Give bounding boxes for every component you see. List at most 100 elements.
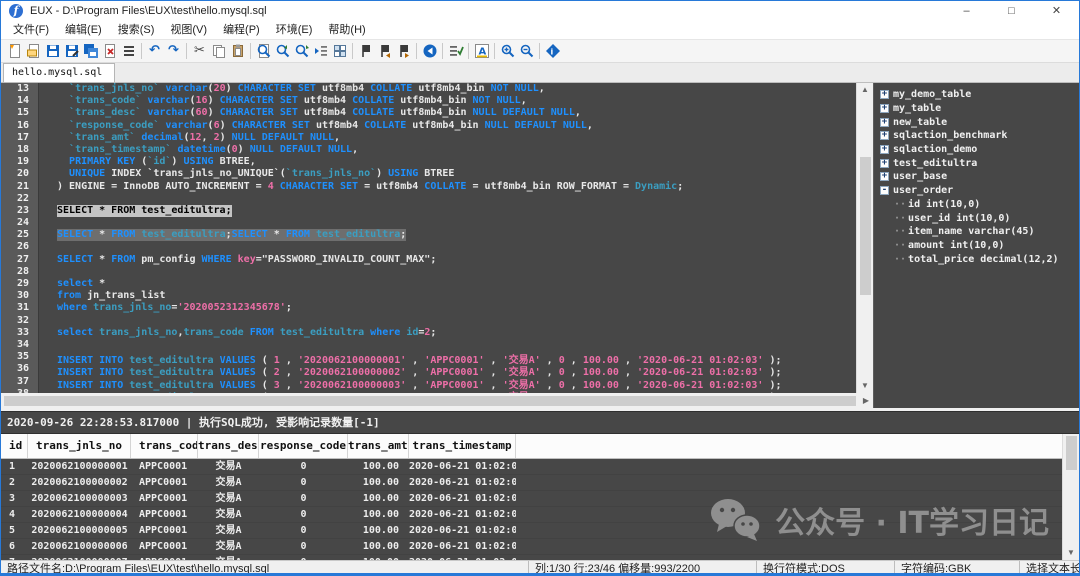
tree-item-user_base[interactable]: +user_base (880, 170, 1079, 184)
line-number: 20 (1, 168, 29, 180)
close-button[interactable]: ✕ (1034, 1, 1079, 21)
expand-icon[interactable]: + (880, 118, 889, 127)
code-line: PRIMARY KEY (`id`) USING BTREE, (57, 156, 856, 168)
tree-item-test_editultra[interactable]: +test_editultra (880, 156, 1079, 170)
about-icon[interactable]: i (543, 42, 562, 60)
goto-line-icon[interactable] (311, 42, 330, 60)
zoom-in-icon[interactable] (498, 42, 517, 60)
scroll-right-icon[interactable]: ▶ (859, 396, 873, 405)
save-icon[interactable] (43, 42, 62, 60)
cell: APPC0001 (131, 459, 198, 474)
editor-hscroll-thumb[interactable] (4, 396, 856, 406)
results-vertical-scrollbar[interactable]: ▼ (1062, 434, 1079, 560)
cut-icon[interactable]: ✂ (190, 42, 209, 60)
menu-item-4[interactable]: 编程(P) (215, 22, 268, 39)
expand-icon[interactable]: + (880, 172, 889, 181)
tree-item-sqlaction_benchmark[interactable]: +sqlaction_benchmark (880, 129, 1079, 143)
minimize-button[interactable]: – (944, 1, 989, 21)
column-header-trans_code[interactable]: trans_code (131, 434, 198, 458)
sql-code-editor[interactable]: `trans_jnls_no` varchar(20) CHARACTER SE… (39, 83, 856, 393)
column-header-response_code[interactable]: response_code (259, 434, 348, 458)
maximize-button[interactable]: □ (989, 1, 1034, 21)
find-prev-icon[interactable] (273, 42, 292, 60)
toolbar: ↶↷ ✂ Ai (1, 40, 1079, 63)
tree-item-sqlaction_demo[interactable]: +sqlaction_demo (880, 143, 1079, 157)
code-text: PRIMARY KEY (`id`) USING BTREE, (57, 156, 256, 168)
tree-child-label: id int(10,0) (908, 199, 980, 210)
collapse-icon[interactable]: - (880, 186, 889, 195)
menu-item-0[interactable]: 文件(F) (5, 22, 57, 39)
tree-child-item[interactable]: ··total_price decimal(12,2) (880, 252, 1079, 266)
bookmark-prev-icon[interactable] (375, 42, 394, 60)
expand-icon[interactable]: + (880, 145, 889, 154)
tab-hello-mysql-sql[interactable]: hello.mysql.sql (3, 63, 115, 82)
save-as-icon[interactable] (62, 42, 81, 60)
validate-list-icon[interactable] (446, 42, 465, 60)
cell: 0 (259, 491, 348, 506)
tree-child-item[interactable]: ··amount int(10,0) (880, 239, 1079, 253)
status-bar: 路径文件名:D:\Program Files\EUX\test\hello.my… (1, 560, 1079, 576)
tree-item-my_table[interactable]: +my_table (880, 102, 1079, 116)
column-header-trans_amt[interactable]: trans_amt (348, 434, 409, 458)
tree-child-item[interactable]: ··item_name varchar(45) (880, 225, 1079, 239)
find-icon[interactable] (254, 42, 273, 60)
table-row[interactable]: 72020062100000007APPC0001交易A0100.002020-… (1, 555, 1079, 560)
column-header-trans_jnls_no[interactable]: trans_jnls_no (28, 434, 131, 458)
save-all-icon[interactable] (81, 42, 100, 60)
scroll-up-icon[interactable]: ▲ (861, 83, 869, 97)
new-file-icon[interactable] (5, 42, 24, 60)
code-text: `trans_timestamp` datetime(0) NULL DEFAU… (57, 144, 358, 156)
replace-icon[interactable] (330, 42, 349, 60)
expand-icon[interactable]: + (880, 90, 889, 99)
menu-item-2[interactable]: 搜索(S) (110, 22, 163, 39)
menu-item-1[interactable]: 编辑(E) (57, 22, 110, 39)
editor-vscroll-thumb[interactable] (860, 157, 871, 295)
toolbar-separator (141, 43, 142, 59)
current-line-text: SELECT * FROM test_editultra; (57, 205, 232, 217)
tree-connector: ·· (894, 199, 906, 210)
column-header-trans_timestamp[interactable]: trans_timestamp (409, 434, 516, 458)
table-row[interactable]: 22020062100000002APPC0001交易A0100.002020-… (1, 475, 1079, 491)
zoom-out-icon[interactable] (517, 42, 536, 60)
close-file-icon[interactable] (100, 42, 119, 60)
bookmark-icon[interactable] (356, 42, 375, 60)
menu-item-5[interactable]: 环境(E) (268, 22, 321, 39)
undo-icon[interactable]: ↶ (145, 42, 164, 60)
editor-horizontal-scrollbar[interactable]: ▶ (1, 393, 873, 408)
find-next-icon[interactable] (292, 42, 311, 60)
open-file-icon[interactable] (24, 42, 43, 60)
cell: 2020062100000007 (28, 555, 131, 560)
results-vscroll-thumb[interactable] (1066, 436, 1077, 470)
tree-item-user_order[interactable]: -user_order (880, 184, 1079, 198)
tree-item-new_table[interactable]: +new_table (880, 115, 1079, 129)
menu-item-3[interactable]: 视图(V) (162, 22, 215, 39)
expand-icon[interactable]: + (880, 131, 889, 140)
copy-icon[interactable] (209, 42, 228, 60)
column-header-id[interactable]: id (1, 434, 28, 458)
paste-icon[interactable] (228, 42, 247, 60)
tree-child-item[interactable]: ··id int(10,0) (880, 198, 1079, 212)
editor-vertical-scrollbar[interactable]: ▲ ▼ (856, 83, 873, 393)
menu-item-6[interactable]: 帮助(H) (320, 22, 373, 39)
code-line (57, 193, 856, 205)
syntax-highlight-icon[interactable]: A (472, 42, 491, 60)
results-scroll-down-icon[interactable]: ▼ (1067, 546, 1075, 560)
status-file-path: 路径文件名:D:\Program Files\EUX\test\hello.my… (1, 561, 529, 576)
expand-icon[interactable]: + (880, 104, 889, 113)
scroll-down-icon[interactable]: ▼ (861, 379, 869, 393)
redo-icon[interactable]: ↷ (164, 42, 183, 60)
column-header-trans_desc[interactable]: trans_desc (198, 434, 259, 458)
code-line: SELECT * FROM test_editultra;SELECT * FR… (57, 229, 856, 241)
tree-child-item[interactable]: ··user_id int(10,0) (880, 211, 1079, 225)
toolbar-separator (539, 43, 540, 59)
tree-item-my_demo_table[interactable]: +my_demo_table (880, 88, 1079, 102)
code-line: select trans_jnls_no,trans_code FROM tes… (57, 327, 856, 339)
back-icon[interactable] (420, 42, 439, 60)
tree-child-label: user_id int(10,0) (908, 213, 1010, 224)
table-row[interactable]: 12020062100000001APPC0001交易A0100.002020-… (1, 459, 1079, 475)
bookmark-next-icon[interactable] (394, 42, 413, 60)
cell: 2020062100000006 (28, 539, 131, 554)
code-line: INSERT INTO test_editultra VALUES ( 2 , … (57, 363, 856, 375)
expand-icon[interactable]: + (880, 159, 889, 168)
line-list-icon[interactable] (119, 42, 138, 60)
